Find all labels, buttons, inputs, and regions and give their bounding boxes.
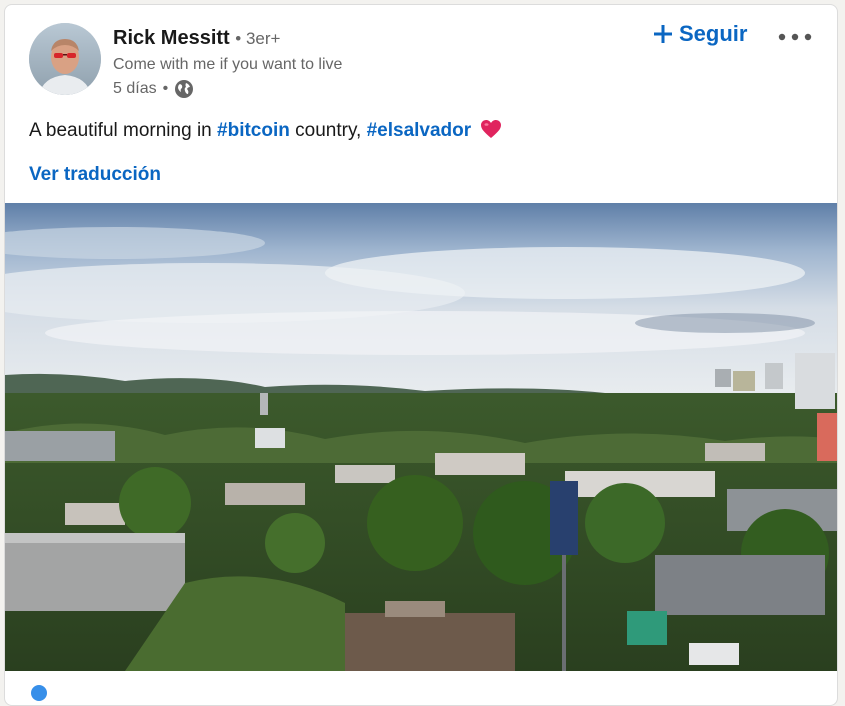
follow-button[interactable]: Seguir xyxy=(653,21,747,47)
translate-link[interactable]: Ver traducción xyxy=(29,164,161,186)
hashtag-bitcoin[interactable]: #bitcoin xyxy=(217,120,290,141)
meta-separator: • xyxy=(162,80,169,97)
heart-icon xyxy=(480,119,502,145)
more-options-button[interactable] xyxy=(775,23,815,51)
hashtag-elsalvador[interactable]: #elsalvador xyxy=(367,120,472,141)
reaction-icon xyxy=(31,685,47,701)
author-headline: Come with me if you want to live xyxy=(113,56,343,73)
author-name-line[interactable]: Rick Messitt • 3er+ xyxy=(113,27,280,50)
ellipsis-icon xyxy=(778,33,812,41)
post-card: Rick Messitt • 3er+ Come with me if you … xyxy=(4,4,838,706)
avatar-photo xyxy=(29,23,101,95)
follow-label: Seguir xyxy=(679,21,748,46)
post-time: 5 días xyxy=(113,80,157,97)
post-meta: 5 días • xyxy=(113,79,194,99)
post-photo[interactable] xyxy=(5,203,837,671)
author-name[interactable]: Rick Messitt xyxy=(113,27,230,49)
connection-degree: • 3er+ xyxy=(235,29,281,48)
post-text: A beautiful morning in #bitcoin country,… xyxy=(29,119,502,145)
avatar[interactable] xyxy=(29,23,101,95)
post-text-part2: country, xyxy=(289,120,367,141)
plus-icon xyxy=(653,24,673,44)
globe-icon xyxy=(174,79,194,99)
post-text-part1: A beautiful morning in xyxy=(29,120,218,141)
